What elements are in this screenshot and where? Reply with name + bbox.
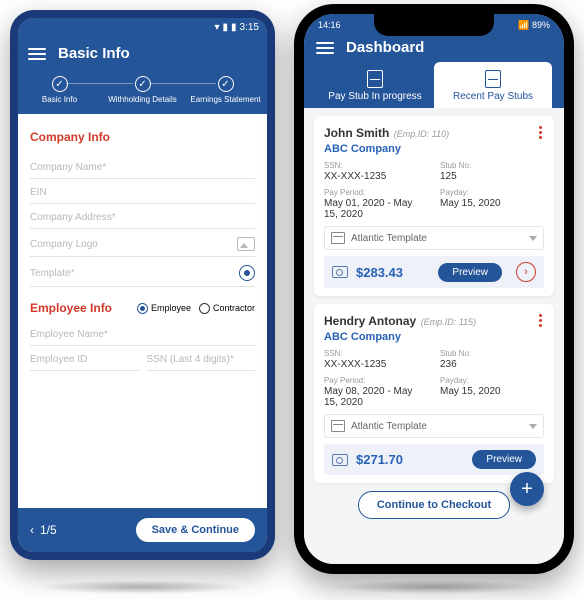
battery-icon: ▮ xyxy=(231,22,237,33)
step-basic-info[interactable]: ✓ Basic Info xyxy=(18,76,101,104)
android-screen: ▾ ▮ ▮ 3:15 Basic Info ✓ Basic Info ✓ Wit… xyxy=(18,18,267,552)
next-arrow-icon[interactable]: › xyxy=(516,262,536,282)
status-signal: 14:16 xyxy=(318,20,341,31)
page-title: Dashboard xyxy=(346,39,424,56)
chevron-down-icon xyxy=(529,236,537,241)
wifi-icon: ▾ xyxy=(214,22,219,33)
status-battery: 📶 89% xyxy=(518,20,550,31)
page-title: Basic Info xyxy=(58,45,130,62)
period-label: Pay Period: xyxy=(324,376,428,385)
ssn-field[interactable]: SSN (Last 4 digits)* xyxy=(147,346,256,371)
period-label: Pay Period: xyxy=(324,188,428,197)
money-icon xyxy=(332,454,348,466)
company-address-field[interactable]: Company Address* xyxy=(30,204,255,229)
android-header: Basic Info xyxy=(18,37,267,70)
image-icon xyxy=(237,237,255,251)
ssn-label: SSN: xyxy=(324,161,428,170)
company-logo-field[interactable]: Company Logo xyxy=(30,229,255,257)
ssn-value: XX-XXX-1235 xyxy=(324,171,428,182)
amount-row: $271.70 Preview xyxy=(324,444,544,475)
notch xyxy=(374,14,494,36)
form-body: Company Info Company Name* EIN Company A… xyxy=(18,114,267,508)
kebab-menu-icon[interactable] xyxy=(537,124,544,141)
stubno-value: 125 xyxy=(440,171,544,182)
ios-header: Dashboard Pay Stub In progress Recent Pa… xyxy=(304,33,564,108)
preview-icon[interactable] xyxy=(239,265,255,281)
paystub-card: John Smith (Emp.ID: 110) ABC Company SSN… xyxy=(314,116,554,296)
add-fab-button[interactable]: + xyxy=(510,472,544,506)
stubno-value: 236 xyxy=(440,359,544,370)
shadow xyxy=(330,580,540,594)
chevron-down-icon xyxy=(529,424,537,429)
template-selector[interactable]: Atlantic Template xyxy=(324,226,544,250)
document-icon xyxy=(367,70,383,88)
payday-value: May 15, 2020 xyxy=(440,386,544,397)
template-icon xyxy=(331,232,345,244)
kebab-menu-icon[interactable] xyxy=(537,312,544,329)
ssn-value: XX-XXX-1235 xyxy=(324,359,428,370)
amount-row: $283.43 Preview › xyxy=(324,256,544,288)
radio-checked-icon xyxy=(137,303,148,314)
chevron-left-icon[interactable]: ‹ xyxy=(30,523,34,537)
template-icon xyxy=(331,420,345,432)
template-field[interactable]: Template* xyxy=(30,257,255,287)
payday-label: Payday: xyxy=(440,188,544,197)
radio-employee[interactable]: Employee xyxy=(137,303,191,314)
shadow xyxy=(36,580,246,594)
employee-id-field[interactable]: Employee ID xyxy=(30,346,139,371)
step-withholding[interactable]: ✓ Withholding Details xyxy=(101,76,184,104)
continue-checkout-button[interactable]: Continue to Checkout xyxy=(358,491,510,519)
company-name-field[interactable]: Company Name* xyxy=(30,154,255,179)
preview-button[interactable]: Preview xyxy=(438,263,502,282)
employee-name: Hendry Antonay xyxy=(324,314,416,328)
amount-value: $283.43 xyxy=(356,265,403,280)
menu-icon[interactable] xyxy=(28,48,46,60)
step-earnings[interactable]: ✓ Earnings Statement xyxy=(184,76,267,104)
template-selector[interactable]: Atlantic Template xyxy=(324,414,544,438)
check-icon: ✓ xyxy=(52,76,68,92)
employee-name: John Smith xyxy=(324,126,389,140)
status-time: 3:15 xyxy=(240,22,259,33)
employee-id: (Emp.ID: 110) xyxy=(394,129,449,139)
company-name: ABC Company xyxy=(324,331,476,343)
page-indicator: 1/5 xyxy=(40,523,57,537)
employee-type-radio: Employee Contractor xyxy=(137,303,255,314)
ssn-label: SSN: xyxy=(324,349,428,358)
radio-contractor[interactable]: Contractor xyxy=(199,303,255,314)
ios-phone-frame: 14:16 📶 89% Dashboard Pay Stub In progre… xyxy=(294,4,574,574)
stubno-label: Stub No: xyxy=(440,161,544,170)
save-continue-button[interactable]: Save & Continue xyxy=(136,518,255,542)
check-icon: ✓ xyxy=(135,76,151,92)
employee-id: (Emp.ID: 115) xyxy=(421,317,476,327)
pager: ‹ 1/5 xyxy=(30,523,57,537)
android-phone-frame: ▾ ▮ ▮ 3:15 Basic Info ✓ Basic Info ✓ Wit… xyxy=(10,10,275,560)
tab-in-progress[interactable]: Pay Stub In progress xyxy=(316,62,434,108)
company-name: ABC Company xyxy=(324,143,449,155)
employee-name-field[interactable]: Employee Name* xyxy=(30,321,255,346)
document-icon xyxy=(485,70,501,88)
signal-icon: ▮ xyxy=(223,22,229,33)
tab-recent[interactable]: Recent Pay Stubs xyxy=(434,62,552,108)
money-icon xyxy=(332,266,348,278)
payday-label: Payday: xyxy=(440,376,544,385)
ios-screen: 14:16 📶 89% Dashboard Pay Stub In progre… xyxy=(304,14,564,564)
paystub-card: Hendry Antonay (Emp.ID: 115) ABC Company… xyxy=(314,304,554,483)
ein-field[interactable]: EIN xyxy=(30,179,255,204)
stubno-label: Stub No: xyxy=(440,349,544,358)
android-status-bar: ▾ ▮ ▮ 3:15 xyxy=(18,18,267,37)
menu-icon[interactable] xyxy=(316,42,334,54)
amount-value: $271.70 xyxy=(356,452,403,467)
check-icon: ✓ xyxy=(218,76,234,92)
period-value: May 01, 2020 - May 15, 2020 xyxy=(324,198,428,220)
preview-button[interactable]: Preview xyxy=(472,450,536,469)
employee-info-title: Employee Info xyxy=(30,301,112,315)
tabs: Pay Stub In progress Recent Pay Stubs xyxy=(316,62,552,108)
radio-unchecked-icon xyxy=(199,303,210,314)
company-info-title: Company Info xyxy=(30,130,255,144)
period-value: May 08, 2020 - May 15, 2020 xyxy=(324,386,428,408)
progress-steps: ✓ Basic Info ✓ Withholding Details ✓ Ear… xyxy=(18,70,267,114)
android-footer: ‹ 1/5 Save & Continue xyxy=(18,508,267,552)
payday-value: May 15, 2020 xyxy=(440,198,544,209)
